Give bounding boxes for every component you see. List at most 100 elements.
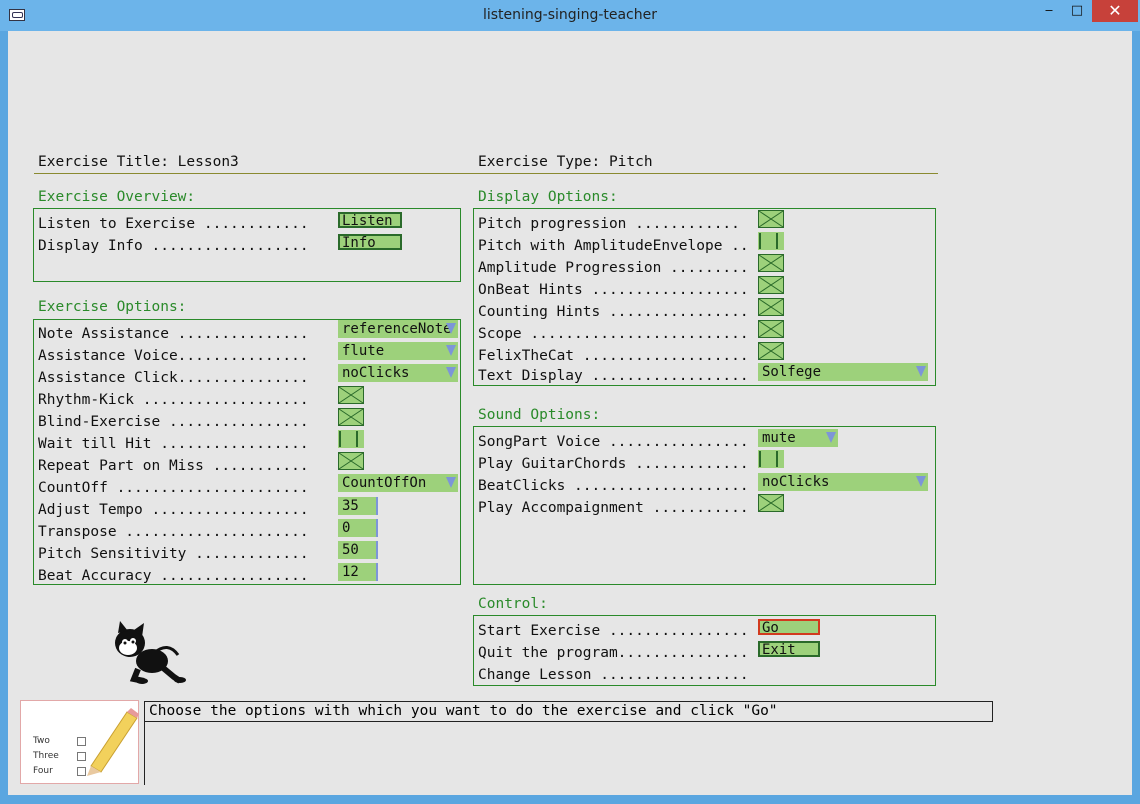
amplitude-progression-checkbox[interactable] (758, 254, 784, 272)
info-label: Display Info .................. (38, 238, 309, 254)
beat-accuracy-input[interactable]: 12 (338, 563, 378, 581)
blind-exercise-label: Blind-Exercise ................ (38, 414, 309, 430)
maximize-icon: □ (1070, 3, 1084, 18)
thumbnail-item: Three (33, 751, 59, 761)
unchecked-icon (759, 451, 778, 467)
assistance-voice-label: Assistance Voice............... (38, 348, 309, 364)
counting-hints-checkbox[interactable] (758, 298, 784, 316)
accompaniment-checkbox[interactable] (758, 494, 784, 512)
blind-exercise-checkbox[interactable] (338, 408, 364, 426)
pitch-amplitude-label: Pitch with AmplitudeEnvelope .. (478, 238, 749, 254)
checked-x-icon (338, 408, 364, 426)
felix-the-cat-checkbox[interactable] (758, 342, 784, 360)
checked-x-icon (758, 494, 784, 512)
assistance-click-label: Assistance Click............... (38, 370, 309, 386)
assistance-click-value: noClicks (342, 365, 410, 381)
sound-options-heading: Sound Options: (478, 407, 601, 423)
transpose-label: Transpose ..................... (38, 524, 309, 540)
checked-x-icon (758, 342, 784, 360)
felix-the-cat-label: FelixTheCat ................... (478, 348, 749, 364)
text-display-dropdown[interactable]: Solfege (758, 363, 928, 381)
quit-program-label: Quit the program............... (478, 645, 749, 661)
listen-button[interactable]: Listen (338, 212, 402, 228)
onbeat-hints-checkbox[interactable] (758, 276, 784, 294)
window-title: listening-singing-teacher (482, 7, 657, 23)
repeat-part-checkbox[interactable] (338, 452, 364, 470)
close-icon: ✕ (1108, 1, 1122, 20)
note-assistance-label: Note Assistance ............... (38, 326, 309, 342)
pitch-sensitivity-label: Pitch Sensitivity ............. (38, 546, 309, 562)
status-divider (144, 721, 145, 785)
chevron-down-icon (446, 323, 456, 334)
pitch-sensitivity-input[interactable]: 50 (338, 541, 378, 559)
guitar-chords-label: Play GuitarChords ............. (478, 456, 749, 472)
wait-till-hit-label: Wait till Hit ................. (38, 436, 309, 452)
thumbnail-item: Four (33, 766, 53, 776)
go-button[interactable]: Go (758, 619, 820, 635)
chevron-down-icon (446, 345, 456, 356)
chevron-down-icon (826, 432, 836, 443)
beat-clicks-label: BeatClicks .................... (478, 478, 749, 494)
assistance-voice-dropdown[interactable]: flute (338, 342, 458, 360)
exit-button[interactable]: Exit (758, 641, 820, 657)
thumbnail-checkbox (77, 767, 86, 776)
checked-x-icon (758, 254, 784, 272)
minimize-icon: ‒ (1044, 3, 1054, 18)
assistance-voice-value: flute (342, 343, 385, 359)
lesson-thumbnail: Two Three Four (20, 700, 139, 784)
close-button[interactable]: ✕ (1092, 0, 1138, 22)
adjust-tempo-input[interactable]: 35 (338, 497, 378, 515)
pitch-amplitude-checkbox[interactable] (758, 232, 784, 250)
header-divider (34, 173, 938, 174)
felix-cat-icon (115, 621, 186, 684)
songpart-voice-dropdown[interactable]: mute (758, 429, 838, 447)
checked-x-icon (758, 276, 784, 294)
note-assistance-value: referenceNote (342, 321, 452, 337)
minimize-button[interactable]: ‒ (1034, 0, 1064, 22)
change-lesson-label: Change Lesson ................. (478, 667, 749, 683)
scope-label: Scope ......................... (478, 326, 749, 342)
exercise-type: Exercise Type: Pitch (478, 154, 653, 170)
rhythm-kick-checkbox[interactable] (338, 386, 364, 404)
songpart-voice-label: SongPart Voice ................ (478, 434, 749, 450)
exercise-options-heading: Exercise Options: (38, 299, 187, 315)
beat-clicks-value: noClicks (762, 474, 830, 490)
wait-till-hit-checkbox[interactable] (338, 430, 364, 448)
chevron-down-icon (446, 477, 456, 488)
countoff-label: CountOff ...................... (38, 480, 309, 496)
transpose-input[interactable]: 0 (338, 519, 378, 537)
thumbnail-checkbox (77, 737, 86, 746)
counting-hints-label: Counting Hints ................ (478, 304, 749, 320)
display-options-heading: Display Options: (478, 189, 618, 205)
main-client-area: Exercise Title: Lesson3 Exercise Type: P… (8, 31, 1132, 795)
pencil-icon (87, 708, 139, 776)
chevron-down-icon (916, 366, 926, 377)
unchecked-icon (339, 431, 358, 447)
info-button[interactable]: Info (338, 234, 402, 250)
checked-x-icon (338, 452, 364, 470)
onbeat-hints-label: OnBeat Hints .................. (478, 282, 749, 298)
text-display-value: Solfege (762, 364, 822, 380)
rhythm-kick-label: Rhythm-Kick ................... (38, 392, 309, 408)
status-message: Choose the options with which you want t… (144, 701, 993, 722)
checked-x-icon (758, 298, 784, 316)
unchecked-icon (759, 233, 778, 249)
pitch-progression-checkbox[interactable] (758, 210, 784, 228)
amplitude-progression-label: Amplitude Progression ......... (478, 260, 749, 276)
exercise-title: Exercise Title: Lesson3 (38, 154, 239, 170)
beat-accuracy-label: Beat Accuracy ................. (38, 568, 309, 584)
scope-checkbox[interactable] (758, 320, 784, 338)
note-assistance-dropdown[interactable]: referenceNote (338, 320, 458, 338)
countoff-dropdown[interactable]: CountOffOn (338, 474, 458, 492)
beat-clicks-dropdown[interactable]: noClicks (758, 473, 928, 491)
chevron-down-icon (446, 367, 456, 378)
text-display-label: Text Display .................. (478, 368, 749, 384)
accompaniment-label: Play Accompaignment ........... (478, 500, 749, 516)
pitch-progression-label: Pitch progression ............ (478, 216, 740, 232)
assistance-click-dropdown[interactable]: noClicks (338, 364, 458, 382)
guitar-chords-checkbox[interactable] (758, 450, 784, 468)
listen-label: Listen to Exercise ............ (38, 216, 309, 232)
maximize-button[interactable]: □ (1064, 0, 1090, 22)
chevron-down-icon (916, 476, 926, 487)
checked-x-icon (758, 320, 784, 338)
